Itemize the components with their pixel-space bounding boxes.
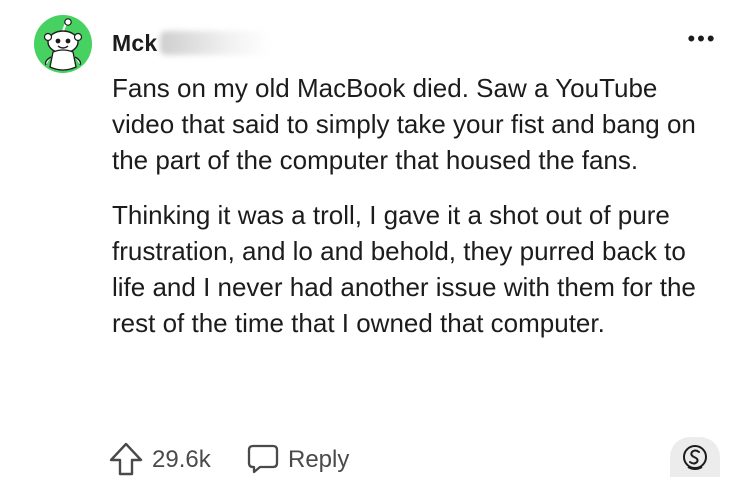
avatar[interactable] [34,15,92,73]
comment-card: Mck ••• Fans on my old MacBook died. Saw… [0,0,750,480]
upvote-arrow-icon [109,442,143,476]
comment-body: Fans on my old MacBook died. Saw a YouTu… [112,70,722,360]
speech-bubble-icon [247,444,279,474]
upvote-button[interactable] [108,441,144,477]
reply-label: Reply [288,446,350,473]
award-button[interactable] [670,437,720,477]
vote-score: 29.6k [152,446,211,473]
comment-paragraph: Fans on my old MacBook died. Saw a YouTu… [112,73,696,175]
comment-actions: 29.6k Reply [108,437,748,481]
more-options-button[interactable]: ••• [682,28,722,52]
more-options-icon: ••• [687,26,717,51]
username[interactable]: Mck [112,30,157,57]
snoo-avatar-icon [34,15,92,73]
award-icon [683,445,707,470]
redacted-username-blur [160,31,270,55]
comment-paragraph: Thinking it was a troll, I gave it a sho… [112,200,696,338]
reply-button[interactable]: Reply [244,437,364,481]
